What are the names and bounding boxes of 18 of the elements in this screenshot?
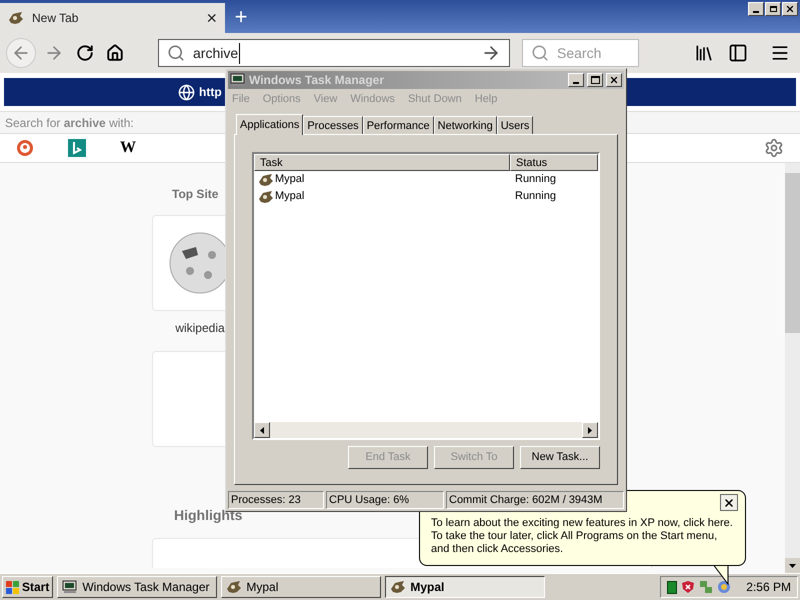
- tile-label: wikipedia: [175, 320, 225, 337]
- balloon-text: To take the tour later, click All Programs on the Start menu,: [431, 530, 718, 543]
- highlights-heading: Highlights: [174, 506, 242, 525]
- url-text: archive: [193, 42, 240, 64]
- status-field: Processes: 23: [228, 491, 324, 509]
- window-title: Windows Task Manager: [249, 72, 386, 89]
- clock: 2:56 PM: [746, 579, 791, 596]
- top-sites-heading: Top Site: [172, 186, 218, 203]
- banner-text: http: [199, 84, 222, 101]
- tab-title: New Tab: [32, 10, 80, 27]
- task-status: Running: [514, 172, 556, 188]
- status-field: CPU Usage: 6%: [326, 491, 444, 509]
- status-field: Commit Charge: 602M / 3943M: [446, 491, 624, 509]
- task-status: Running: [514, 189, 556, 204]
- balloon-text: and then click Accessories.: [431, 543, 564, 556]
- search-with-label: Search for archive with:: [5, 114, 134, 132]
- balloon-text: To learn about the exciting new features in XP now, click here.: [431, 517, 734, 530]
- search-placeholder: Search: [557, 44, 602, 62]
